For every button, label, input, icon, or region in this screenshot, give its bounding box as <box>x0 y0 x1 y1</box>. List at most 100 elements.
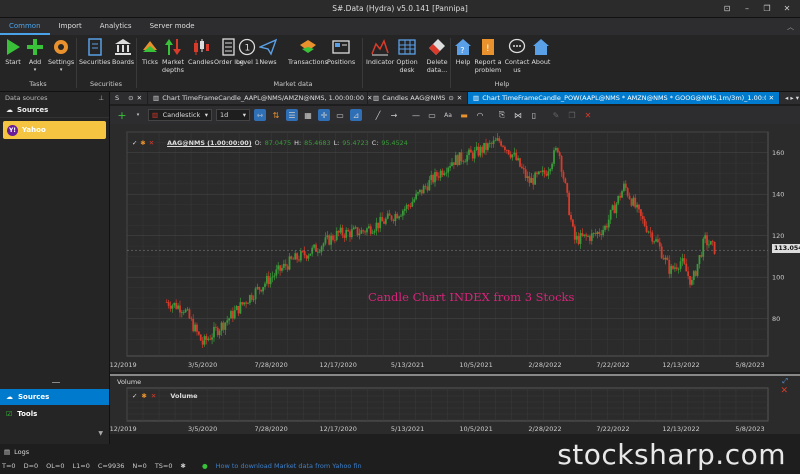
option-desk-button[interactable]: Option desk <box>395 37 419 74</box>
doc-tab-aapl-amzn[interactable]: ▥ Chart TimeFrameCandle_AAPL@NMS/AMZN@NM… <box>148 92 372 104</box>
export-icon[interactable]: ⎘ <box>496 109 508 121</box>
logs-bar[interactable]: ▤ Logs <box>0 446 110 458</box>
legend-check-icon[interactable]: ✓ <box>132 139 137 147</box>
indicator-button[interactable]: Indicator <box>366 37 394 67</box>
candle-body <box>398 216 401 219</box>
candle-body <box>657 239 659 243</box>
minimize-button[interactable]: – <box>738 2 756 15</box>
market-depths-button[interactable]: Market depths <box>160 37 186 74</box>
news-button[interactable]: News <box>258 37 278 67</box>
chart-icon: ▥ <box>153 94 160 102</box>
delete-drawings-icon[interactable]: ✕ <box>582 109 594 121</box>
legend-check-icon[interactable]: ✓ <box>132 392 137 400</box>
tab-analytics[interactable]: Analytics <box>91 18 141 35</box>
swap-icon[interactable]: ⇅ <box>270 109 282 121</box>
candle-body <box>468 149 470 156</box>
legend-gear-icon[interactable]: ✱ <box>141 392 146 400</box>
tabs-scroll-arrows[interactable]: ◂ ▸ ▾ <box>780 92 800 104</box>
tools-nav-button[interactable]: ☑ Tools <box>0 406 109 422</box>
volume-pane[interactable]: Volume ⤢ ✕ 9/12/20193/5/20207/28/202012/… <box>110 374 800 434</box>
candle-body <box>515 152 518 161</box>
arrow-tool-icon[interactable]: → <box>388 109 400 121</box>
settings-button[interactable]: Settings ▾ <box>48 37 74 74</box>
level1-button[interactable]: 1 Level 1 <box>236 37 259 67</box>
pin-icon[interactable]: ⊙ <box>128 94 133 102</box>
close-icon[interactable]: ✕ <box>457 94 462 102</box>
report-problem-button[interactable]: ! Report a problem <box>474 37 502 74</box>
candle-body <box>681 258 684 262</box>
candle-body <box>462 161 465 162</box>
securities-button[interactable]: Securities <box>79 37 111 67</box>
share-icon[interactable]: ⋈ <box>512 109 524 121</box>
rect-tool-icon[interactable]: ▭ <box>426 109 438 121</box>
candle-body <box>454 155 457 165</box>
candle-body <box>672 266 674 269</box>
doc-tab-candles-aag[interactable]: ▥ Candles AAG@NMS ⊙ ✕ <box>368 92 469 104</box>
arc-tool-icon[interactable]: ◠ <box>474 109 486 121</box>
tab-server-mode[interactable]: Server mode <box>141 18 204 35</box>
candle-body <box>517 158 520 161</box>
copy-icon[interactable]: ❐ <box>566 109 578 121</box>
candle-body <box>180 312 183 314</box>
about-button[interactable]: About <box>531 37 551 67</box>
candle-body <box>422 185 425 194</box>
legend-close-icon[interactable]: ✕ <box>151 392 156 400</box>
chart-annotation[interactable]: Candle Chart INDEX from 3 Stocks <box>368 290 574 304</box>
list-icon[interactable]: ☰ <box>286 109 298 121</box>
ticks-button[interactable]: Ticks <box>140 37 160 67</box>
yahoo-source-item[interactable]: Y! Yahoo <box>3 121 106 139</box>
tab-import[interactable]: Import <box>50 18 91 35</box>
crosshair-mode-icon[interactable]: ⇿ <box>254 109 266 121</box>
chart-style-select[interactable]: ▥ Candlestick ▾ <box>148 109 212 121</box>
candles-button[interactable]: Candles <box>188 37 214 67</box>
splitter-handle[interactable] <box>52 382 60 383</box>
settings-gear-icon[interactable]: ✱ <box>181 462 186 470</box>
comment-icon[interactable]: ▭ <box>334 109 346 121</box>
maximize-button[interactable]: ❐ <box>758 2 776 15</box>
boards-button[interactable]: Boards <box>112 37 134 67</box>
pin-icon[interactable]: ⊥ <box>98 94 104 102</box>
bank-icon <box>113 37 133 57</box>
timeframe-select[interactable]: 1d ▾ <box>216 109 250 121</box>
sources-nav-button[interactable]: ☁ Sources <box>0 389 109 405</box>
doc-tab-pow-index[interactable]: ▥ Chart TimeFrameCandle_POW(AAPL@NMS * A… <box>468 92 781 104</box>
price-chart-svg[interactable]: 80 100 120 140 160 9/12/2019 3/5/2020 7/28/2020… <box>103 124 800 372</box>
chevron-down-icon[interactable]: ▾ <box>132 109 144 121</box>
add-button[interactable]: Add ▾ <box>25 37 45 74</box>
positions-button[interactable]: Positions <box>327 37 355 67</box>
legend-close-icon[interactable]: ✕ <box>149 139 154 147</box>
add-element-icon[interactable]: + <box>116 109 128 122</box>
volume-chart-svg[interactable]: 9/12/2019 3/5/2020 7/28/2020 12/17/2020 5/13… <box>110 376 800 434</box>
tab-common[interactable]: Common <box>0 18 50 35</box>
line-tool-icon[interactable]: ╱ <box>372 109 384 121</box>
candle-body <box>332 235 334 240</box>
hline-tool-icon[interactable]: — <box>410 109 422 121</box>
bar-icon[interactable]: ▯ <box>528 109 540 121</box>
candle-body <box>417 192 419 194</box>
transactions-button[interactable]: Transactions <box>288 37 328 67</box>
cursor-icon[interactable]: ✛ <box>318 109 330 121</box>
zoom-icon[interactable]: ⊿ <box>350 109 362 121</box>
candle-body <box>623 183 625 192</box>
contact-us-button[interactable]: Contact us <box>504 37 530 74</box>
brush-icon[interactable]: ✎ <box>550 109 562 121</box>
candle-chart[interactable]: 80 100 120 140 160 9/12/2019 3/5/2020 7/28/2020… <box>103 124 800 372</box>
collapse-ribbon-icon[interactable]: ︿ <box>787 22 794 32</box>
pin-icon[interactable]: ⊙ <box>448 94 453 102</box>
start-button[interactable]: Start <box>3 37 23 67</box>
close-button[interactable]: ✕ <box>778 2 796 15</box>
help-link[interactable]: How to download Market data from Yahoo f… <box>216 462 362 470</box>
sources-section[interactable]: ☁ Sources <box>0 103 109 118</box>
delete-data-button[interactable]: Delete data... <box>424 37 450 74</box>
x-tick-label: 7/28/2020 <box>254 361 287 369</box>
close-icon[interactable]: ✕ <box>137 94 142 102</box>
legend-gear-icon[interactable]: ✱ <box>140 139 145 147</box>
doc-tab-s[interactable]: S ⊙ ✕ <box>110 92 149 104</box>
close-icon[interactable]: ✕ <box>769 94 774 102</box>
ruler-tool-icon[interactable]: ▬ <box>458 109 470 121</box>
help-button[interactable]: ? Help <box>453 37 473 67</box>
pin-icon[interactable]: ⊡ <box>718 2 736 15</box>
table-icon[interactable]: ▦ <box>302 109 314 121</box>
chevron-down-icon[interactable]: ▼ <box>98 430 103 437</box>
text-tool-icon[interactable]: Aa <box>442 109 454 121</box>
